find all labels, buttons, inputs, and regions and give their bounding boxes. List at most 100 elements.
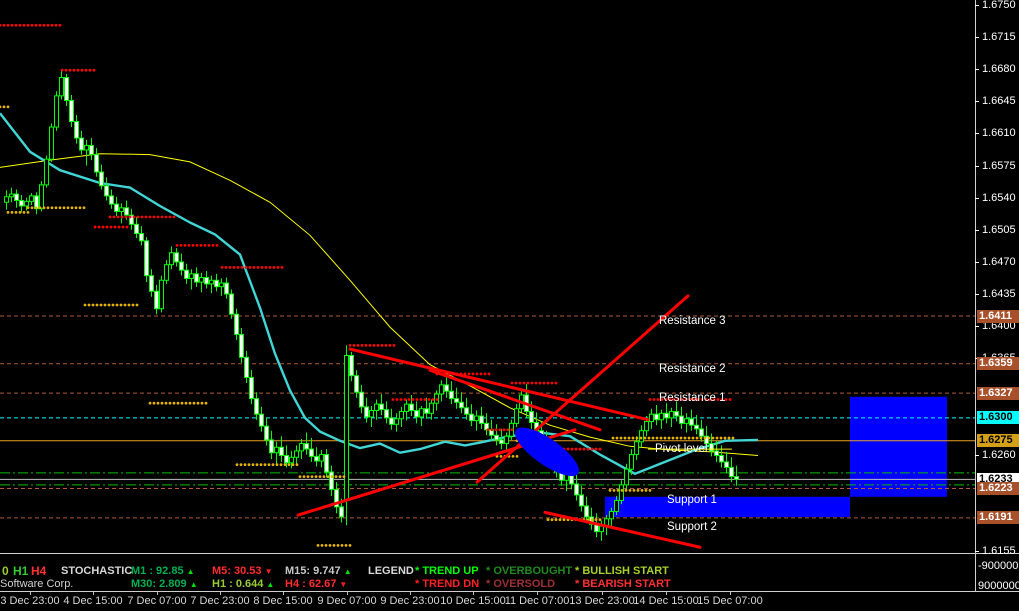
price-badge-1.6223: 1.6223 [977, 482, 1019, 495]
date-label: 8 Dec 15:00 [253, 595, 313, 607]
resistance-3-label: Resistance 3 [659, 315, 726, 327]
candle [309, 438, 314, 462]
date-label: 13 Dec 23:00 [569, 595, 635, 607]
down-arrow-icon: ▼ [339, 580, 348, 589]
candle [729, 457, 734, 483]
candle [174, 248, 179, 267]
down-arrow-icon: ▼ [264, 567, 273, 576]
candle [84, 139, 89, 166]
candle [199, 272, 204, 293]
candle [19, 194, 24, 213]
candle [674, 401, 679, 422]
candle [294, 445, 299, 464]
candle [149, 269, 154, 297]
indicator-subwindow: 0 H1 H4 Software Corp. STOCHASTIC M1 : 92.85 … [0, 554, 975, 591]
dot-row [510, 381, 558, 385]
candle [274, 441, 279, 466]
legend-item: * TREND UP [415, 565, 479, 577]
candle [164, 260, 169, 284]
price-tick-mark [975, 69, 979, 71]
dot-row [0, 23, 62, 27]
dot-row [235, 463, 299, 467]
price-tick-label: 1.6610 [982, 127, 1016, 140]
price-tick-mark [975, 133, 979, 135]
candle [439, 380, 444, 402]
candle [194, 267, 199, 287]
candle [254, 392, 259, 420]
candle [649, 408, 654, 429]
time-axis[interactable]: 3 Dec 23:00 4 Dec 15:00 7 Dec 07:00 7 Dec 2… [0, 592, 1019, 611]
candle [444, 375, 449, 398]
candle [229, 289, 234, 319]
candle [464, 397, 469, 420]
candle [334, 482, 339, 514]
price-tick-label: 1.6260 [982, 448, 1016, 461]
price-axis[interactable]: 1.6750 1.6715 1.6680 1.6645 1.6610 1.6575 1.65… [975, 0, 1019, 592]
timeframe-token-0[interactable]: 0 [2, 565, 9, 577]
candle [109, 189, 114, 209]
candle [129, 208, 134, 230]
price-tick-label: 1.6575 [982, 159, 1016, 172]
dot-row [93, 225, 129, 229]
trendline[interactable] [348, 347, 650, 422]
candle [4, 190, 9, 210]
support-zone-rect[interactable] [850, 396, 947, 497]
price-badge-1.6327: 1.6327 [977, 386, 1019, 400]
candle [94, 148, 99, 177]
candle [234, 308, 239, 340]
candle [734, 465, 739, 486]
subwindow-axis-label: 9000000 [978, 580, 1019, 592]
candle [579, 485, 584, 512]
date-label: 14 Dec 15:00 [633, 595, 699, 607]
candle [524, 383, 529, 418]
timeframe-token-H4[interactable]: H4 [31, 565, 46, 577]
candle [244, 350, 249, 384]
candle [114, 196, 119, 217]
candle [474, 410, 479, 431]
timeframe-token-H1[interactable]: H1 [13, 565, 28, 577]
candle [64, 73, 69, 106]
candle [724, 451, 729, 473]
candle [679, 406, 684, 429]
dot-row [60, 68, 96, 72]
candle [689, 409, 694, 431]
price-tick-mark [975, 197, 979, 199]
price-tick-label: 1.6505 [982, 223, 1016, 236]
price-tick-label: 1.6435 [982, 288, 1016, 301]
date-label: 15 Dec 07:00 [697, 595, 763, 607]
legend-item: * OVERSOLD [486, 578, 556, 590]
candle [29, 193, 34, 206]
support-zone-rect[interactable] [605, 496, 850, 517]
legend-item: * BEARISH START [575, 578, 671, 590]
subwindow-axis-label: -900000 [978, 560, 1019, 572]
level-lines [0, 315, 975, 519]
candle [209, 275, 214, 294]
price-tick-mark [975, 5, 979, 7]
date-label: 7 Dec 23:00 [190, 595, 250, 607]
date-label: 4 Dec 15:00 [63, 595, 123, 607]
chart-plot-area[interactable] [0, 0, 1019, 611]
candle [54, 91, 59, 131]
dot-row [148, 401, 208, 405]
candle [669, 407, 674, 428]
mt4-chart-window[interactable]: Resistance 3 Resistance 2 Resistance 1 P… [0, 0, 1019, 611]
price-badge-1.6411: 1.6411 [977, 309, 1019, 323]
price-tick-label: 1.6680 [982, 63, 1016, 76]
dot-row [608, 488, 652, 492]
candle [449, 381, 454, 405]
stoch-value: M30: 2.809 ▲ [131, 578, 198, 590]
candle [414, 401, 419, 424]
candle [239, 327, 244, 363]
candle [184, 263, 189, 284]
candle [74, 115, 79, 144]
price-tick-mark [975, 229, 979, 231]
candle [79, 130, 84, 155]
legend-item: * TREND DN [415, 578, 480, 590]
price-tick-label: 1.6715 [982, 31, 1016, 44]
dot-row [611, 436, 735, 440]
price-tick-mark [975, 165, 979, 167]
dot-row [348, 344, 396, 347]
candle [224, 277, 229, 299]
legend-item: * BULLISH START [575, 565, 669, 577]
candle [619, 480, 624, 505]
